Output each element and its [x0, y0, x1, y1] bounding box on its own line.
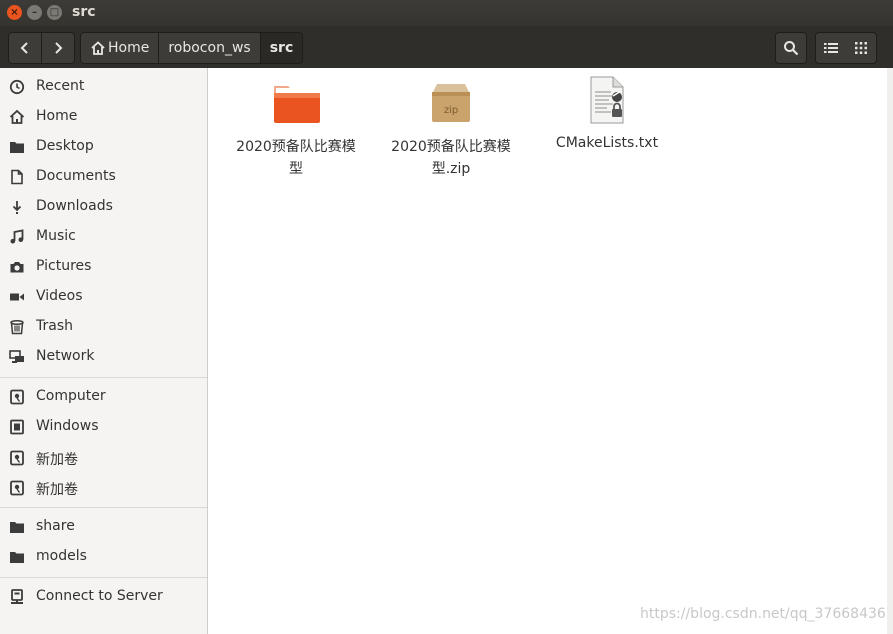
- breadcrumb-home[interactable]: Home: [81, 33, 159, 63]
- toolbar: Home robocon_ws src: [0, 26, 893, 68]
- drive-icon: [9, 389, 25, 405]
- breadcrumb-src[interactable]: src: [259, 33, 303, 63]
- drive-icon: [9, 480, 25, 496]
- sidebar-item-music[interactable]: Music: [0, 223, 207, 251]
- document-icon: [9, 169, 25, 185]
- file-item-text[interactable]: CMakeLists.txt: [537, 76, 677, 154]
- sidebar-separator: [0, 507, 207, 508]
- nav-buttons: [8, 32, 75, 64]
- sidebar-item-volume-1[interactable]: 新加卷: [0, 444, 207, 472]
- sidebar-item-connect-to-server[interactable]: Connect to Server: [0, 583, 207, 611]
- file-name: 2020预备队比赛模 型: [236, 139, 356, 177]
- sidebar-item-label: Network: [36, 348, 95, 364]
- trash-icon: [9, 319, 25, 335]
- breadcrumb-label: src: [269, 40, 294, 56]
- sidebar: Recent Home Desktop Documents Downloads …: [0, 68, 208, 634]
- sidebar-item-windows[interactable]: Windows: [0, 413, 207, 441]
- sidebar-item-label: Desktop: [36, 138, 94, 154]
- list-view-button[interactable]: [815, 32, 847, 64]
- search-button[interactable]: [775, 32, 807, 64]
- sidebar-item-label: Videos: [36, 288, 83, 304]
- sidebar-item-label: models: [36, 548, 87, 564]
- sidebar-item-trash[interactable]: Trash: [0, 313, 207, 341]
- sidebar-item-network[interactable]: Network: [0, 343, 207, 371]
- file-item-folder[interactable]: 2020预备队比赛模 型: [226, 80, 366, 180]
- sidebar-item-label: share: [36, 518, 75, 534]
- file-item-zip[interactable]: zip 2020预备队比赛模 型.zip: [381, 80, 521, 180]
- network-icon: [9, 349, 25, 365]
- home-icon: [91, 41, 105, 55]
- sidebar-item-share[interactable]: share: [0, 513, 207, 541]
- breadcrumb-label: robocon_ws: [168, 40, 251, 56]
- video-icon: [9, 289, 25, 305]
- sidebar-separator: [0, 377, 207, 378]
- sidebar-item-label: Downloads: [36, 198, 113, 214]
- text-file-icon: [590, 76, 624, 124]
- file-view[interactable]: 2020预备队比赛模 型 zip 2020预备队比赛模 型.zip CMakeL…: [215, 68, 887, 634]
- chevron-right-icon: [55, 42, 63, 54]
- sidebar-separator: [0, 577, 207, 578]
- folder-icon: [9, 139, 25, 155]
- sidebar-item-label: Recent: [36, 78, 85, 94]
- download-icon: [9, 199, 25, 215]
- home-icon: [9, 109, 25, 125]
- music-icon: [9, 229, 25, 245]
- clock-icon: [9, 79, 25, 95]
- sidebar-item-label: Pictures: [36, 258, 92, 274]
- file-name: 2020预备队比赛模 型.zip: [391, 139, 511, 177]
- minimize-window-button[interactable]: –: [27, 5, 42, 20]
- file-name: CMakeLists.txt: [555, 135, 659, 151]
- forward-button[interactable]: [41, 33, 74, 63]
- sidebar-item-home[interactable]: Home: [0, 103, 207, 131]
- sidebar-item-pictures[interactable]: Pictures: [0, 253, 207, 281]
- sidebar-item-label: Computer: [36, 388, 106, 404]
- chevron-left-icon: [20, 42, 28, 54]
- sidebar-item-label: Trash: [36, 318, 73, 334]
- folder-icon: [9, 519, 25, 535]
- breadcrumb: Home robocon_ws src: [80, 32, 304, 64]
- title-bar: × – □ src: [0, 0, 893, 26]
- watermark: https://blog.csdn.net/qq_37668436: [640, 606, 886, 622]
- sidebar-item-desktop[interactable]: Desktop: [0, 133, 207, 161]
- sidebar-item-label: Documents: [36, 168, 116, 184]
- search-icon: [784, 41, 799, 56]
- sidebar-item-volume-2[interactable]: 新加卷: [0, 474, 207, 502]
- sidebar-item-label: Windows: [36, 418, 99, 434]
- sidebar-item-label: Home: [36, 108, 78, 124]
- breadcrumb-robocon-ws[interactable]: robocon_ws: [158, 33, 260, 63]
- folder-icon: [274, 86, 320, 123]
- close-window-button[interactable]: ×: [7, 5, 22, 20]
- sidebar-item-documents[interactable]: Documents: [0, 163, 207, 191]
- sidebar-item-label: Connect to Server: [36, 588, 163, 604]
- camera-icon: [9, 259, 25, 275]
- sidebar-item-recent[interactable]: Recent: [0, 73, 207, 101]
- drive-icon: [9, 450, 25, 466]
- zip-label: zip: [444, 105, 458, 116]
- sidebar-item-downloads[interactable]: Downloads: [0, 193, 207, 221]
- sidebar-item-label: 新加卷: [36, 452, 78, 468]
- window-edge: [887, 68, 893, 634]
- back-button[interactable]: [9, 33, 41, 63]
- sidebar-item-label: Music: [36, 228, 76, 244]
- folder-icon: [9, 549, 25, 565]
- list-view-icon: [824, 43, 838, 53]
- sidebar-item-models[interactable]: models: [0, 543, 207, 571]
- sidebar-item-videos[interactable]: Videos: [0, 283, 207, 311]
- maximize-window-button[interactable]: □: [47, 5, 62, 20]
- chip-icon: [9, 419, 25, 435]
- sidebar-item-computer[interactable]: Computer: [0, 383, 207, 411]
- grid-view-icon: [855, 42, 867, 54]
- sidebar-item-label: 新加卷: [36, 482, 78, 498]
- grid-view-button[interactable]: [846, 32, 877, 64]
- window-title: src: [72, 4, 96, 20]
- server-icon: [9, 589, 25, 605]
- archive-icon: zip: [432, 84, 470, 122]
- breadcrumb-label: Home: [108, 40, 150, 56]
